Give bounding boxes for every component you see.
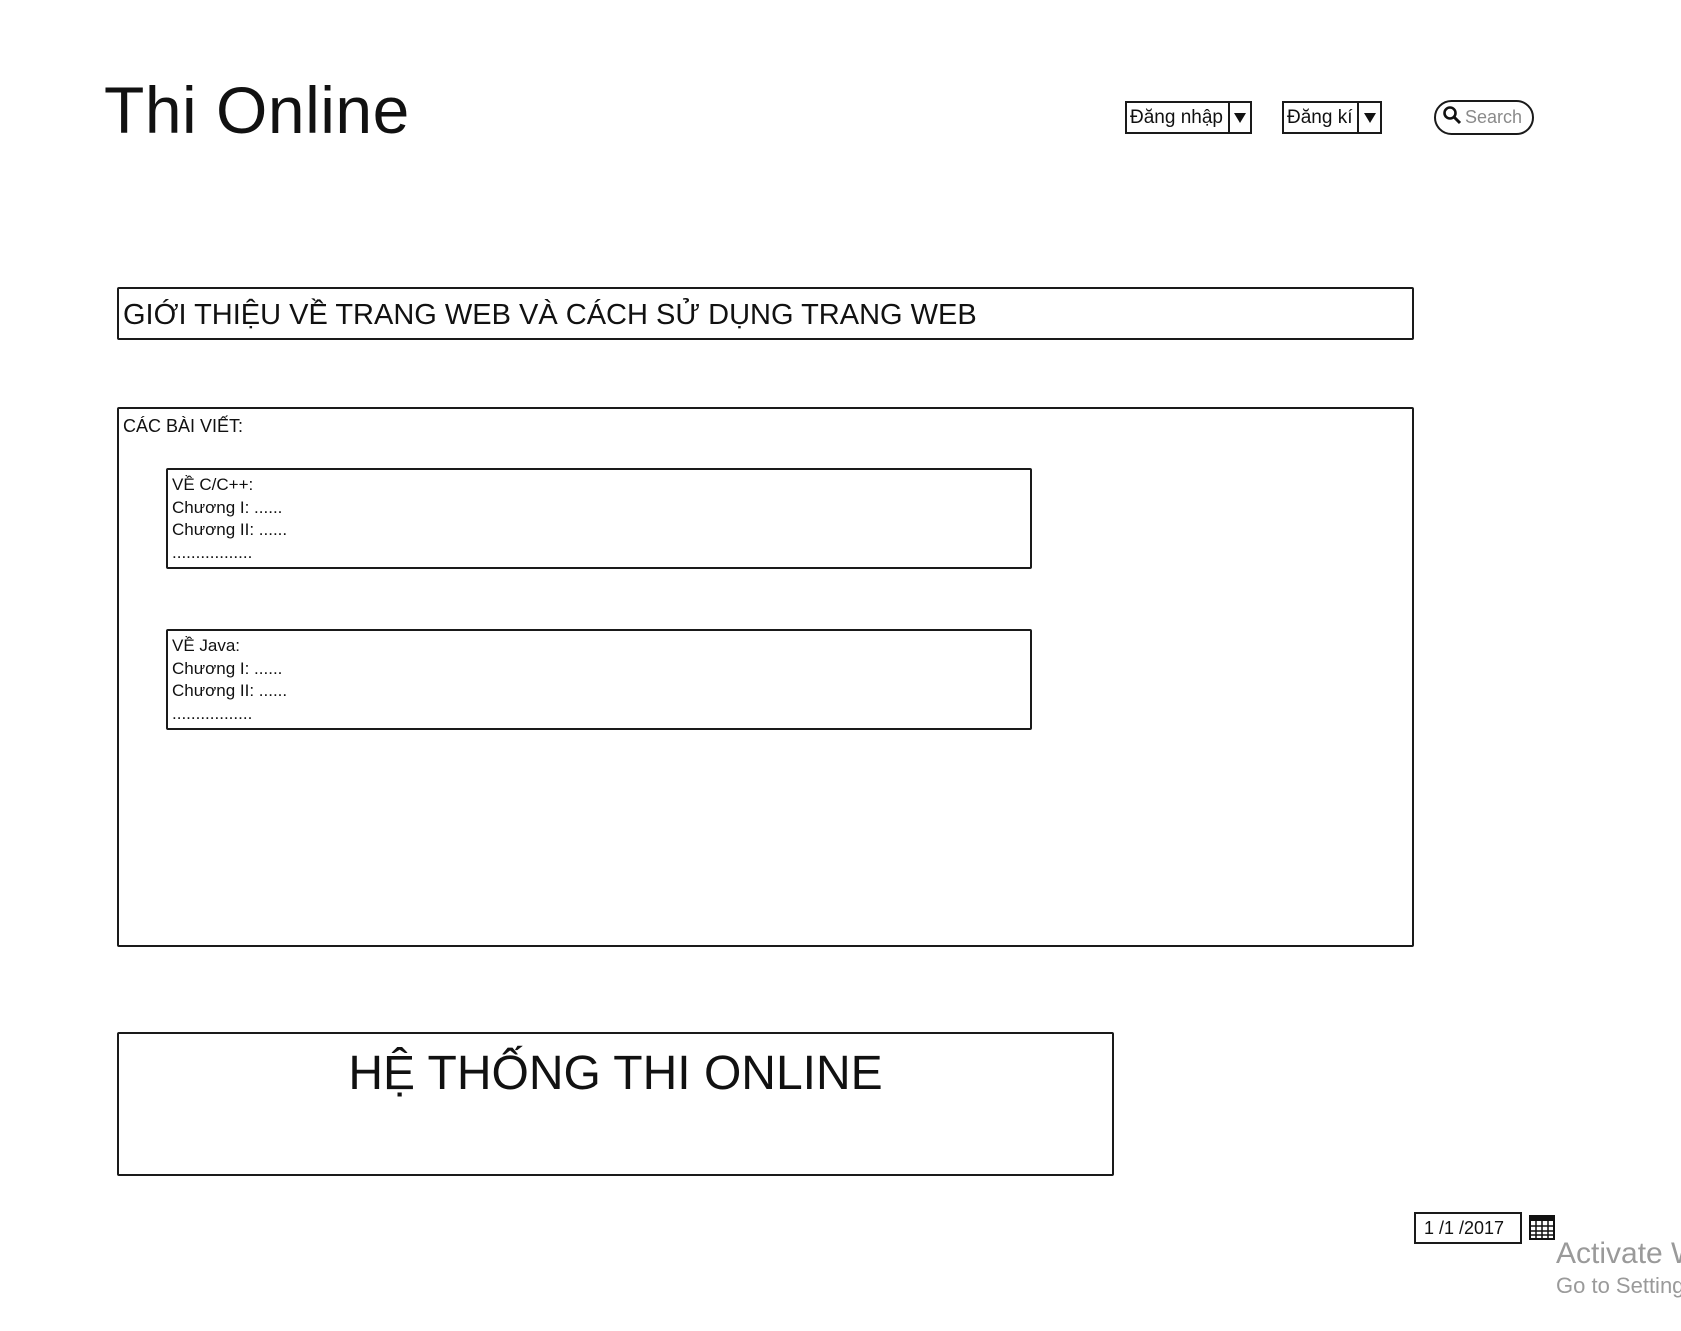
register-dropdown[interactable]: Đăng kí [1282, 101, 1382, 134]
post-card-cpp[interactable]: VỀ C/C++: Chương I: ...... Chương II: ..… [166, 468, 1032, 569]
intro-text: GIỚI THIỆU VỀ TRANG WEB VÀ CÁCH SỬ DỤNG … [123, 299, 977, 331]
post-title: VỀ Java: [172, 636, 241, 655]
footer-banner: HỆ THỐNG THI ONLINE [117, 1032, 1114, 1176]
activation-watermark: Activate W [1556, 1237, 1681, 1270]
intro-banner: GIỚI THIỆU VỀ TRANG WEB VÀ CÁCH SỬ DỤNG … [117, 287, 1414, 340]
post-card-java[interactable]: VỀ Java: Chương I: ...... Chương II: ...… [166, 629, 1032, 730]
posts-panel: CÁC BÀI VIẾT: VỀ C/C++: Chương I: ......… [117, 407, 1414, 947]
login-dropdown[interactable]: Đăng nhập [1125, 101, 1252, 134]
post-line[interactable]: Chương I: ...... [172, 658, 287, 681]
post-line[interactable]: Chương II: ...... [172, 519, 287, 542]
footer-banner-text: HỆ THỐNG THI ONLINE [348, 1047, 883, 1100]
app-title: Thi Online [104, 73, 410, 147]
post-line[interactable]: Chương I: ...... [172, 497, 287, 520]
register-dropdown-label: Đăng kí [1287, 107, 1353, 128]
post-line: ................. [172, 703, 253, 723]
search-input[interactable] [1462, 107, 1527, 128]
posts-heading: CÁC BÀI VIẾT: [123, 416, 244, 436]
chevron-down-icon[interactable] [1227, 103, 1250, 132]
date-field[interactable]: 1 /1 /2017 [1414, 1212, 1522, 1244]
post-title: VỀ C/C++: [172, 475, 254, 494]
login-dropdown-label: Đăng nhập [1130, 107, 1223, 128]
post-line: ................. [172, 542, 253, 562]
activation-watermark-subtext: Go to Setting [1556, 1273, 1681, 1298]
calendar-icon[interactable] [1528, 1213, 1556, 1241]
search-box[interactable] [1434, 100, 1534, 135]
search-icon [1442, 105, 1462, 130]
chevron-down-icon[interactable] [1357, 103, 1380, 132]
post-line[interactable]: Chương II: ...... [172, 680, 287, 703]
